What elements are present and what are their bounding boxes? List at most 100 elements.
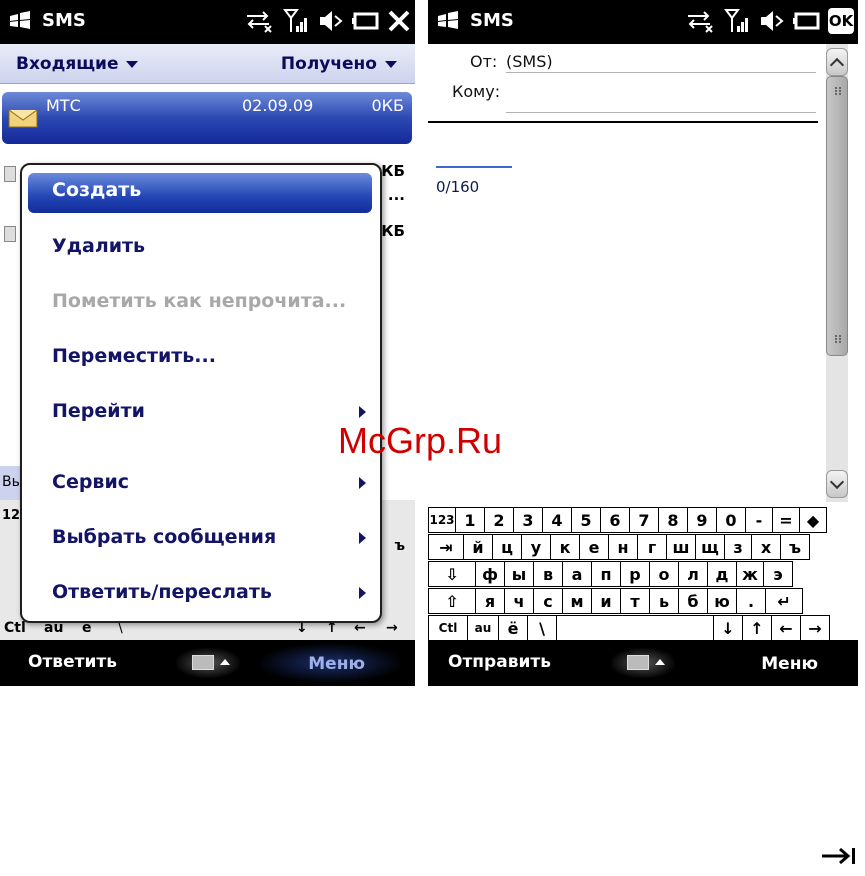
message-body-field[interactable] (436, 166, 512, 168)
key[interactable]: ь (649, 588, 679, 614)
key[interactable]: 3 (513, 507, 543, 533)
key[interactable]: ↓ (713, 615, 743, 641)
key[interactable]: = (772, 507, 800, 533)
key[interactable]: ↵ (765, 588, 803, 614)
scroll-thumb[interactable] (826, 76, 848, 356)
status-bar: SMS (0, 0, 415, 44)
key[interactable]: au (467, 615, 499, 641)
key[interactable]: 4 (542, 507, 572, 533)
key[interactable]: ш (666, 534, 696, 560)
key[interactable]: ч (504, 588, 534, 614)
key[interactable]: Ctl (428, 615, 468, 641)
menu-item-select-messages[interactable]: Выбрать сообщения (52, 526, 276, 548)
folder-dropdown[interactable]: Входящие (16, 54, 139, 74)
signal-icon[interactable] (283, 8, 309, 34)
key[interactable]: ж (736, 561, 764, 587)
close-icon[interactable] (387, 8, 411, 34)
key[interactable]: ъ (780, 534, 810, 560)
key[interactable]: х (751, 534, 781, 560)
key[interactable]: н (608, 534, 638, 560)
key[interactable]: а (562, 561, 592, 587)
submenu-arrow-icon (359, 406, 366, 418)
key[interactable]: э (763, 561, 793, 587)
key[interactable]: ю (707, 588, 737, 614)
sort-dropdown[interactable]: Получено (281, 54, 397, 74)
key[interactable]: г (637, 534, 667, 560)
key[interactable]: 123 (428, 507, 456, 533)
key[interactable]: р (620, 561, 650, 587)
key[interactable]: и (591, 588, 621, 614)
battery-icon[interactable] (351, 8, 379, 34)
soft-key-bar: Отправить Меню (428, 640, 858, 686)
key[interactable]: 1 (455, 507, 485, 533)
key[interactable]: ё (498, 615, 528, 641)
connectivity-icon[interactable] (241, 8, 275, 34)
send-softkey[interactable]: Отправить (448, 652, 551, 672)
key[interactable]: е (579, 534, 609, 560)
key[interactable]: ← (771, 615, 801, 641)
menu-softkey[interactable]: Меню (308, 652, 365, 676)
key[interactable]: 5 (571, 507, 601, 533)
ok-button[interactable]: OK (828, 8, 854, 34)
key[interactable]: ↑ (742, 615, 772, 641)
message-row-selected[interactable]: МТС 02.09.09 0КБ (2, 92, 412, 144)
key[interactable]: 6 (600, 507, 630, 533)
key[interactable]: - (745, 507, 773, 533)
menu-item-tools[interactable]: Сервис (52, 471, 129, 493)
reply-softkey[interactable]: Ответить (28, 652, 117, 672)
key[interactable]: б (678, 588, 708, 614)
keyboard-toggle-button[interactable] (611, 648, 675, 678)
key[interactable]: ⇩ (428, 561, 476, 587)
menu-item-mark-unread: Пометить как непрочита... (52, 290, 347, 312)
menu-softkey[interactable]: Меню (761, 652, 818, 676)
key[interactable]: й (463, 534, 493, 560)
key[interactable]: 8 (658, 507, 688, 533)
key[interactable]: ы (504, 561, 534, 587)
signal-icon[interactable] (724, 8, 750, 34)
key[interactable]: у (521, 534, 551, 560)
menu-item-reply-forward[interactable]: Ответить/переслать (52, 581, 272, 603)
scroll-down-button[interactable] (826, 470, 848, 498)
windows-start-icon[interactable] (8, 10, 32, 32)
volume-muted-icon[interactable] (317, 8, 343, 34)
battery-icon[interactable] (792, 8, 820, 34)
windows-start-icon[interactable] (436, 10, 460, 32)
key[interactable]: п (591, 561, 621, 587)
key[interactable]: в (533, 561, 563, 587)
key[interactable]: л (678, 561, 708, 587)
connectivity-icon[interactable] (682, 8, 716, 34)
keyboard-toggle-button[interactable] (175, 648, 240, 678)
scroll-up-button[interactable] (826, 48, 848, 76)
key[interactable]: д (707, 561, 737, 587)
key[interactable]: с (533, 588, 563, 614)
menu-item-go-to[interactable]: Перейти (52, 400, 145, 422)
key[interactable]: 7 (629, 507, 659, 533)
key[interactable]: к (550, 534, 580, 560)
key[interactable]: ⇧ (428, 588, 476, 614)
key[interactable]: з (724, 534, 752, 560)
key[interactable]: щ (695, 534, 725, 560)
key[interactable]: 2 (484, 507, 514, 533)
key[interactable]: 9 (687, 507, 717, 533)
key[interactable]: т (620, 588, 650, 614)
scrollbar[interactable] (826, 44, 848, 502)
key[interactable]: 0 (716, 507, 746, 533)
menu-item-create[interactable]: Создать (28, 173, 372, 213)
key[interactable]: ◆ (799, 507, 827, 533)
menu-item-delete[interactable]: Удалить (52, 235, 145, 257)
to-field[interactable] (506, 112, 816, 113)
key[interactable]: \ (527, 615, 557, 641)
menu-item-move[interactable]: Переместить... (52, 345, 216, 367)
space-key[interactable] (556, 615, 714, 641)
key[interactable]: → (800, 615, 830, 641)
key[interactable]: ц (492, 534, 522, 560)
key[interactable]: ф (475, 561, 505, 587)
key[interactable]: ⇥ (428, 534, 464, 560)
key[interactable]: . (736, 588, 766, 614)
key[interactable]: о (649, 561, 679, 587)
key[interactable]: я (475, 588, 505, 614)
key[interactable]: м (562, 588, 592, 614)
submenu-arrow-icon (359, 587, 366, 599)
volume-muted-icon[interactable] (758, 8, 784, 34)
tab-arrow-icon (822, 847, 855, 865)
